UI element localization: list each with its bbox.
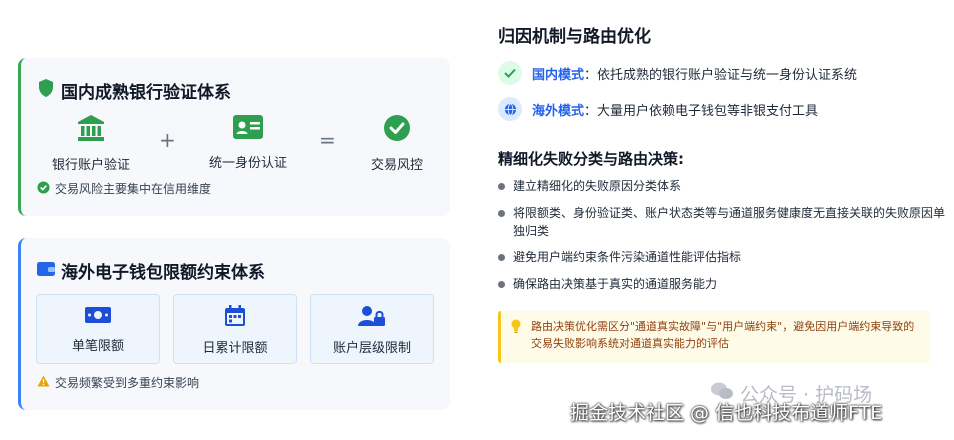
domestic-note: 交易风险主要集中在信用维度 <box>37 180 211 197</box>
list-item: 确保路由决策基于真实的通道服务能力 <box>498 275 948 293</box>
card-title: 海外电子钱包限额约束体系 <box>61 263 265 283</box>
bank-icon <box>76 115 106 146</box>
warning-icon <box>37 375 50 390</box>
list-item: 建立精细化的失败原因分类体系 <box>498 177 948 195</box>
limit-label: 日累计限额 <box>202 341 268 356</box>
id-card-icon <box>232 115 264 144</box>
mode-overseas: 海外模式：大量用户依赖电子钱包等非银支付工具 <box>498 97 818 121</box>
section-title: 归因机制与路由优化 <box>498 27 651 47</box>
plus-sign: + <box>159 128 176 152</box>
flow-item-bank-verification: 银行账户验证 <box>31 114 151 173</box>
limit-account-tier: 账户层级限制 <box>310 294 434 364</box>
domestic-verification-card: 国内成熟银行验证体系 银行账户验证 + 统一身份认证 = 交易风控 交易风险主要… <box>18 58 450 216</box>
card-title: 国内成熟银行验证体系 <box>61 83 231 103</box>
mode-text: ：依托成熟的银行账户验证与统一身份认证系统 <box>584 67 858 83</box>
overseas-note: 交易频繁受到多重约束影响 <box>37 374 199 391</box>
flow-label: 交易风控 <box>370 158 423 173</box>
list-item: 避免用户端约束条件污染通道性能评估指标 <box>498 248 948 266</box>
mode-key: 国内模式 <box>532 67 585 83</box>
limit-label: 账户层级限制 <box>332 341 411 356</box>
note-text: 交易频繁受到多重约束影响 <box>55 376 200 390</box>
limit-single-transaction: 单笔限额 <box>36 294 160 364</box>
mode-key: 海外模式 <box>532 103 585 119</box>
money-bill-icon <box>84 307 112 329</box>
juejin-watermark: 掘金技术社区 @ 信也科技布道师FTE <box>570 402 883 424</box>
tip-box: 路由决策优化需区分"通道真实故障"与"用户端约束"，避免因用户端约束导致的交易失… <box>498 311 930 363</box>
check-circle-icon <box>383 115 411 146</box>
mode-domestic: 国内模式：依托成熟的银行账户验证与统一身份认证系统 <box>498 61 857 85</box>
limit-label: 单笔限额 <box>71 339 124 354</box>
flow-label: 银行账户验证 <box>51 158 130 173</box>
wallet-icon <box>36 260 56 281</box>
globe-icon <box>498 97 522 121</box>
note-text: 交易风险主要集中在信用维度 <box>55 182 212 196</box>
list-item: 将限额类、身份验证类、账户状态类等与通道服务健康度无直接关联的失败原因单独归类 <box>498 204 948 240</box>
mode-text: ：大量用户依赖电子钱包等非银支付工具 <box>584 103 819 119</box>
calendar-icon <box>224 305 246 331</box>
check-icon <box>498 61 522 85</box>
shield-icon <box>37 78 55 102</box>
overseas-wallet-card: 海外电子钱包限额约束体系 单笔限额 日累计限额 账户层级限制 交易频繁受到多重约… <box>18 238 450 410</box>
tip-text: 路由决策优化需区分"通道真实故障"与"用户端约束"，避免因用户端约束导致的交易失… <box>531 320 915 350</box>
limit-daily-cumulative: 日累计限额 <box>173 294 297 364</box>
subsection-title: 精细化失败分类与路由决策: <box>498 150 684 168</box>
check-circle-icon <box>37 180 50 197</box>
flow-item-risk-control: 交易风控 <box>337 114 457 173</box>
flow-item-identity-auth: 统一身份认证 <box>188 114 308 171</box>
equals-sign: = <box>319 128 336 152</box>
user-lock-icon <box>358 306 386 331</box>
lightbulb-icon <box>511 319 521 338</box>
flow-label: 统一身份认证 <box>208 156 287 171</box>
